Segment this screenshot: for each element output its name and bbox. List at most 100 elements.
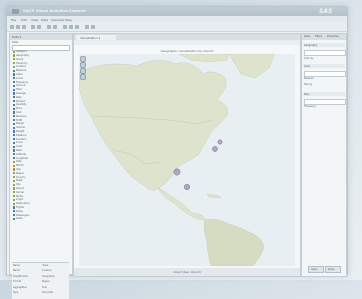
data-item-type-icon <box>12 92 15 95</box>
data-item-type-icon <box>12 84 15 87</box>
data-item-type-icon <box>12 99 15 103</box>
tab-properties[interactable]: Properties <box>327 35 339 38</box>
reset-button-label: Reset <box>328 268 335 271</box>
data-tab[interactable]: Data <box>12 41 18 44</box>
menu-view[interactable]: View <box>31 18 38 22</box>
section-geography[interactable]: Geography <box>303 43 345 47</box>
data-item-type-icon <box>12 96 15 99</box>
geo-map[interactable] <box>79 54 295 266</box>
data-item-type-icon <box>12 213 15 217</box>
section-color-label: Color <box>304 64 311 68</box>
data-item-type-icon <box>12 103 15 106</box>
section-size-label: Size <box>304 92 309 96</box>
zoom-out-icon[interactable] <box>80 74 86 80</box>
app-logo-icon <box>12 9 19 14</box>
properties-header-value: Value <box>42 264 49 267</box>
filter-icon[interactable] <box>75 25 79 29</box>
layout-icon[interactable] <box>85 25 89 29</box>
data-item[interactable]: Seats <box>12 217 69 220</box>
map-footer-label: Airport (Geo: Airport) <box>173 270 201 274</box>
new-icon[interactable] <box>10 25 14 29</box>
sas-logo: SAS <box>319 8 333 15</box>
data-item-type-icon <box>12 122 15 125</box>
map-footer: Airport (Geo: Airport) <box>74 268 300 276</box>
data-item-type-icon <box>12 54 15 57</box>
save-icon[interactable] <box>22 25 26 29</box>
menu-edit[interactable]: Edit <box>21 18 27 22</box>
airport-marker[interactable] <box>183 183 190 190</box>
property-value: Geography <box>42 274 55 278</box>
property-name: Classification <box>13 274 29 278</box>
table-icon[interactable] <box>69 25 73 29</box>
section-size[interactable]: Size <box>303 92 345 96</box>
size-field[interactable] <box>304 99 346 105</box>
data-item-type-icon <box>12 153 15 156</box>
property-value: Region <box>42 280 50 283</box>
open-icon[interactable] <box>16 25 20 29</box>
tab-roles[interactable]: Roles <box>304 35 310 38</box>
data-item-type-icon <box>12 58 15 61</box>
add-visualization-icon[interactable] <box>47 25 51 29</box>
zoom-controls <box>80 56 86 88</box>
data-item-type-icon <box>12 145 15 148</box>
data-item-type-icon <box>12 69 15 72</box>
airport-marker[interactable] <box>217 139 223 145</box>
geography-field[interactable] <box>304 50 346 56</box>
data-item-type-icon <box>12 175 15 179</box>
data-item-type-icon <box>12 210 15 213</box>
menu-bar: File Edit View Data Visualize Help <box>7 16 347 23</box>
undo-icon[interactable] <box>31 25 35 29</box>
data-item-type-icon <box>12 164 15 167</box>
data-item-type-icon <box>12 191 15 194</box>
data-item-type-icon <box>12 179 15 182</box>
data-item-type-icon <box>12 149 15 152</box>
map-svg <box>79 54 295 266</box>
data-item-type-icon <box>12 187 15 190</box>
section-geography-label: Geography <box>304 43 318 47</box>
data-item-type-icon <box>12 65 15 68</box>
airport-marker[interactable] <box>173 168 181 176</box>
chart-type-icon[interactable] <box>53 25 57 29</box>
property-value: Sum <box>42 285 48 289</box>
data-item-type-icon <box>12 198 15 201</box>
redo-icon[interactable] <box>37 25 41 29</box>
apply-button[interactable]: Apply <box>308 266 324 273</box>
data-item-type-icon <box>12 194 15 198</box>
data-item-type-icon <box>12 118 15 122</box>
data-item-type-icon <box>12 73 15 76</box>
reset-button[interactable]: Reset <box>325 266 341 273</box>
map-icon[interactable] <box>63 25 67 29</box>
property-name: Name <box>13 269 20 272</box>
section-color[interactable]: Color <box>303 64 345 68</box>
data-item-label: Seats <box>16 217 23 221</box>
menu-help[interactable]: Help <box>65 18 72 22</box>
data-items-list: Category Geography Group Hierarchy Location M… <box>12 50 69 264</box>
frequency-label: Frequency <box>304 105 316 108</box>
data-item-type-icon <box>12 134 15 137</box>
roles-panel-tabs: Roles Filters Properties <box>302 34 346 40</box>
data-properties-table: Name Value Name Location Classification Geogr… <box>12 262 69 299</box>
app-window: SAS® Visual Analytics Explorer SAS File … <box>6 6 348 299</box>
data-item-type-icon <box>12 168 15 171</box>
data-item-type-icon <box>12 156 15 160</box>
tab-filters[interactable]: Filters <box>315 35 322 38</box>
data-panel-header: Data ▾ <box>10 34 72 40</box>
menu-file[interactable]: File <box>11 18 16 22</box>
property-name: Type <box>13 291 19 294</box>
visualization-toolbar <box>74 40 300 45</box>
airport-marker[interactable] <box>212 146 218 152</box>
title-bar: SAS® Visual Analytics Explorer SAS <box>7 7 347 16</box>
data-panel: Data ▾ Data Category Geography Group Hierar… <box>9 33 73 299</box>
toolbar <box>7 23 347 32</box>
data-panel-title: Data ▾ <box>12 35 21 40</box>
data-item-type-icon <box>12 172 15 175</box>
property-value: Character <box>42 291 54 294</box>
data-item-type-icon <box>12 160 15 163</box>
size-by-label: Size by <box>304 83 313 86</box>
maximize-icon[interactable] <box>91 25 95 29</box>
property-value: Location <box>42 269 52 272</box>
menu-visualize[interactable]: Visualize <box>51 18 64 22</box>
color-field[interactable] <box>304 71 346 77</box>
data-item-type-icon <box>12 130 15 133</box>
menu-data[interactable]: Data <box>41 18 48 22</box>
